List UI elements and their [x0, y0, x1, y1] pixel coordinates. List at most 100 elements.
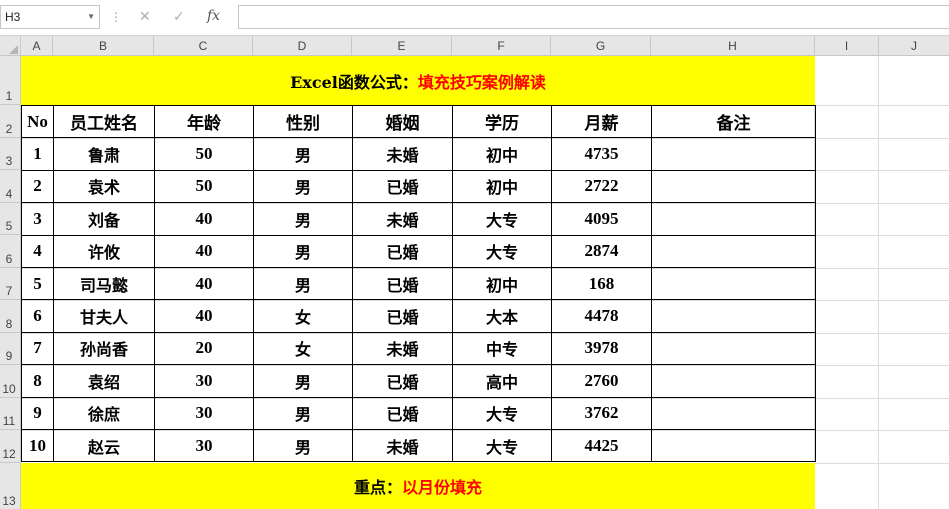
cell-no[interactable]: 7: [21, 331, 54, 366]
cell-age[interactable]: 40: [154, 299, 254, 333]
cell-remarks[interactable]: [651, 234, 816, 268]
cell-marital[interactable]: 已婚: [352, 169, 453, 204]
cell-marital[interactable]: 已婚: [352, 234, 453, 268]
cell-name[interactable]: 孙尚香: [53, 331, 155, 366]
cell-age[interactable]: 30: [154, 428, 254, 463]
column-header-f[interactable]: F: [452, 36, 551, 56]
cell-salary[interactable]: 4095: [551, 202, 652, 236]
row-header-3[interactable]: 3: [0, 138, 21, 170]
cell-salary[interactable]: 168: [551, 266, 652, 301]
cell-remarks[interactable]: [651, 266, 816, 301]
cell-salary[interactable]: 2760: [551, 364, 652, 398]
cell-gender[interactable]: 男: [253, 396, 353, 430]
cell-age[interactable]: 50: [154, 169, 254, 204]
cell-no[interactable]: 9: [21, 396, 54, 430]
name-box-dropdown-icon[interactable]: ▼: [87, 6, 95, 28]
row-header-7[interactable]: 7: [0, 268, 21, 300]
cell-name[interactable]: 刘备: [53, 202, 155, 236]
cell-no[interactable]: 10: [21, 428, 54, 463]
cell-gender[interactable]: 男: [253, 234, 353, 268]
cell-gender[interactable]: 男: [253, 137, 353, 171]
cell-name[interactable]: 鲁肃: [53, 137, 155, 171]
cell-remarks[interactable]: [651, 202, 816, 236]
cancel-icon[interactable]: ✕: [139, 7, 151, 27]
cell-salary[interactable]: 4425: [551, 428, 652, 463]
column-header-h[interactable]: H: [651, 36, 815, 56]
cell-remarks[interactable]: [651, 396, 816, 430]
cell-age[interactable]: 40: [154, 202, 254, 236]
cell-marital[interactable]: 已婚: [352, 364, 453, 398]
cell-marital[interactable]: 已婚: [352, 299, 453, 333]
column-header-i[interactable]: I: [815, 36, 879, 56]
cell-age[interactable]: 40: [154, 234, 254, 268]
cell-marital[interactable]: 已婚: [352, 266, 453, 301]
select-all-button[interactable]: [0, 36, 21, 56]
cell-age[interactable]: 20: [154, 331, 254, 366]
header-gender[interactable]: 性别: [253, 104, 353, 139]
row-header-12[interactable]: 12: [0, 430, 21, 463]
row-header-4[interactable]: 4: [0, 170, 21, 203]
header-marital[interactable]: 婚姻: [352, 104, 453, 139]
cell-gender[interactable]: 男: [253, 202, 353, 236]
cell-name[interactable]: 袁术: [53, 169, 155, 204]
cell-age[interactable]: 30: [154, 396, 254, 430]
cell-salary[interactable]: 3978: [551, 331, 652, 366]
cell-marital[interactable]: 未婚: [352, 331, 453, 366]
cell-age[interactable]: 30: [154, 364, 254, 398]
cell-salary[interactable]: 3762: [551, 396, 652, 430]
row-header-8[interactable]: 8: [0, 300, 21, 333]
cell-name[interactable]: 许攸: [53, 234, 155, 268]
cell-gender[interactable]: 男: [253, 169, 353, 204]
formula-input[interactable]: [238, 5, 949, 29]
column-header-a[interactable]: A: [21, 36, 53, 56]
cell-no[interactable]: 6: [21, 299, 54, 333]
cell-salary[interactable]: 4478: [551, 299, 652, 333]
row-header-9[interactable]: 9: [0, 333, 21, 365]
cell-remarks[interactable]: [651, 299, 816, 333]
cell-salary[interactable]: 2722: [551, 169, 652, 204]
cell-education[interactable]: 大专: [452, 428, 552, 463]
cell-no[interactable]: 1: [21, 137, 54, 171]
cell-gender[interactable]: 女: [253, 331, 353, 366]
cell-remarks[interactable]: [651, 137, 816, 171]
cell-gender[interactable]: 男: [253, 428, 353, 463]
cell-no[interactable]: 2: [21, 169, 54, 204]
cell-education[interactable]: 初中: [452, 169, 552, 204]
cell-education[interactable]: 大本: [452, 299, 552, 333]
cell-name[interactable]: 徐庶: [53, 396, 155, 430]
cell-gender[interactable]: 女: [253, 299, 353, 333]
row-header-6[interactable]: 6: [0, 235, 21, 268]
name-box[interactable]: H3 ▼: [0, 5, 100, 29]
row-header-10[interactable]: 10: [0, 365, 21, 398]
cell-remarks[interactable]: [651, 169, 816, 204]
insert-function-icon[interactable]: fx: [207, 6, 220, 26]
cell-remarks[interactable]: [651, 428, 816, 463]
cell-remarks[interactable]: [651, 331, 816, 366]
cell-name[interactable]: 司马懿: [53, 266, 155, 301]
cell-no[interactable]: 3: [21, 202, 54, 236]
cell-name[interactable]: 甘夫人: [53, 299, 155, 333]
row-header-11[interactable]: 11: [0, 398, 21, 430]
cell-marital[interactable]: 未婚: [352, 202, 453, 236]
cell-age[interactable]: 40: [154, 266, 254, 301]
cell-name[interactable]: 袁绍: [53, 364, 155, 398]
row-header-2[interactable]: 2: [0, 105, 21, 138]
cell-salary[interactable]: 4735: [551, 137, 652, 171]
cell-education[interactable]: 大专: [452, 234, 552, 268]
column-header-d[interactable]: D: [253, 36, 352, 56]
row-header-5[interactable]: 5: [0, 203, 21, 235]
cell-gender[interactable]: 男: [253, 266, 353, 301]
sheet-title-cell[interactable]: Excel函数公式： 填充技巧案例解读: [21, 56, 815, 105]
cell-marital[interactable]: 已婚: [352, 396, 453, 430]
column-header-j[interactable]: J: [879, 36, 949, 56]
column-header-c[interactable]: C: [154, 36, 253, 56]
column-header-b[interactable]: B: [53, 36, 154, 56]
header-education[interactable]: 学历: [452, 104, 552, 139]
header-no[interactable]: No: [21, 104, 54, 139]
cell-no[interactable]: 5: [21, 266, 54, 301]
row-header-13[interactable]: 13: [0, 463, 21, 509]
row-header-1[interactable]: 1: [0, 56, 21, 105]
header-age[interactable]: 年龄: [154, 104, 254, 139]
cell-no[interactable]: 4: [21, 234, 54, 268]
cell-education[interactable]: 初中: [452, 137, 552, 171]
